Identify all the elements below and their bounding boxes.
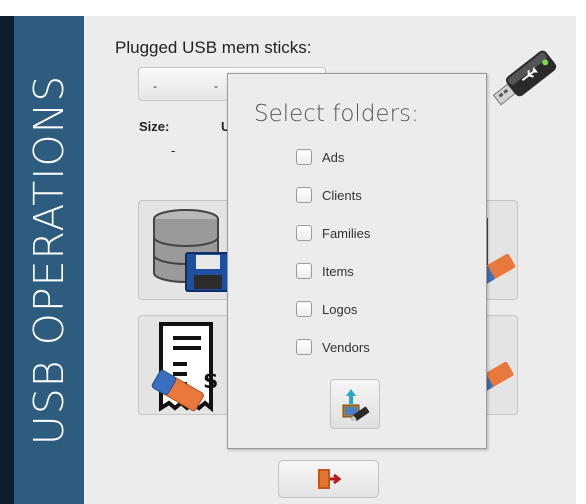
database-save-icon: [153, 209, 231, 292]
folder-option-clients[interactable]: Clients: [296, 185, 362, 205]
size-label: Size:: [139, 119, 170, 134]
folder-checkbox[interactable]: [296, 187, 312, 203]
dialog-title: Select folders:: [254, 101, 419, 127]
usb-stick-icon: [484, 38, 564, 120]
save-database-button[interactable]: [138, 200, 238, 300]
sidebar-title: USB OPERATIONS: [25, 74, 73, 446]
window-right-edge: [576, 0, 586, 504]
folder-label: Items: [322, 263, 354, 279]
folder-label: Ads: [322, 149, 345, 165]
folder-label: Vendors: [322, 339, 370, 355]
window-top-edge: [0, 0, 586, 16]
receipt-erase-icon: $: [151, 322, 218, 412]
folder-checkbox[interactable]: [296, 263, 312, 279]
svg-text:$: $: [203, 369, 218, 394]
folder-checkbox[interactable]: [296, 301, 312, 317]
folder-option-vendors[interactable]: Vendors: [296, 337, 370, 357]
folder-checkbox[interactable]: [296, 225, 312, 241]
exit-door-icon: [318, 469, 341, 489]
folder-label: Clients: [322, 187, 362, 203]
folder-checkbox[interactable]: [296, 339, 312, 355]
usb-selector-value-2: -: [214, 79, 218, 93]
erase-receipts-button[interactable]: $: [138, 315, 238, 415]
folder-label: Logos: [322, 301, 358, 317]
usb-selector-value: -: [153, 79, 157, 93]
exit-button[interactable]: [278, 460, 379, 498]
export-to-usb-icon: [342, 389, 370, 421]
folder-option-logos[interactable]: Logos: [296, 299, 357, 319]
folder-option-ads[interactable]: Ads: [296, 147, 344, 167]
folder-option-families[interactable]: Families: [296, 223, 370, 243]
select-folders-dialog: Select folders: Ads Clients Families Ite…: [227, 73, 487, 449]
folder-label: Families: [322, 225, 371, 241]
export-selected-button[interactable]: [330, 379, 380, 429]
plugged-usb-label: Plugged USB mem sticks:: [115, 38, 312, 57]
folder-option-items[interactable]: Items: [296, 261, 354, 281]
window-left-edge: [0, 16, 14, 504]
folder-checkbox[interactable]: [296, 149, 312, 165]
size-value: -: [171, 143, 176, 158]
